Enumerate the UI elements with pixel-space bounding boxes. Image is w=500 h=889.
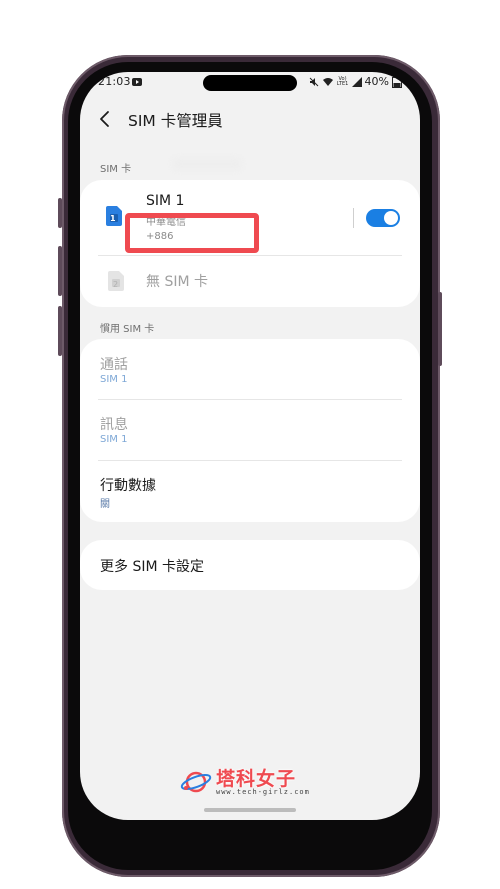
mobile-data-row[interactable]: 行動數據 關 bbox=[80, 461, 420, 522]
messages-value: SIM 1 bbox=[100, 434, 128, 445]
page-title: SIM 卡管理員 bbox=[128, 112, 223, 130]
watermark-title: 塔科女子 bbox=[216, 768, 297, 790]
power-button bbox=[438, 292, 442, 366]
status-bar: 21:03 Vo) LTE1 40% bbox=[80, 72, 420, 94]
mobile-data-value: 關 bbox=[100, 499, 110, 510]
messages-row: 訊息 SIM 1 bbox=[80, 400, 420, 460]
volume-up-button bbox=[58, 246, 62, 296]
toggle-separator bbox=[353, 208, 354, 228]
mobile-data-label: 行動數據 bbox=[100, 478, 156, 494]
watermark-logo-icon bbox=[180, 771, 212, 793]
youtube-notification-icon bbox=[132, 78, 142, 86]
battery-percent: 40% bbox=[364, 75, 389, 88]
sim1-toggle[interactable] bbox=[366, 209, 400, 227]
back-arrow-icon[interactable] bbox=[98, 110, 112, 128]
sim1-name: SIM 1 bbox=[146, 193, 185, 209]
sim2-row: 2 無 SIM 卡 bbox=[80, 256, 420, 307]
more-sim-settings-label: 更多 SIM 卡設定 bbox=[100, 559, 204, 575]
status-time: 21:03 bbox=[98, 75, 131, 88]
redacted-number-blur bbox=[172, 158, 242, 170]
sim1-slot-number: 1 bbox=[110, 214, 116, 223]
home-indicator[interactable] bbox=[204, 808, 296, 812]
preferred-section-title: 慣用 SIM 卡 bbox=[100, 324, 155, 335]
calls-label: 通話 bbox=[100, 357, 128, 373]
status-icons: Vo) LTE1 40% bbox=[309, 75, 402, 88]
sim2-label: 無 SIM 卡 bbox=[146, 274, 208, 290]
mute-icon bbox=[309, 77, 318, 86]
calls-value: SIM 1 bbox=[100, 374, 128, 385]
action-button bbox=[58, 198, 62, 228]
more-sim-settings-row[interactable]: 更多 SIM 卡設定 bbox=[80, 540, 420, 590]
calls-row: 通話 SIM 1 bbox=[80, 339, 420, 399]
watermark: 塔科女子 www.tech-girlz.com bbox=[180, 764, 330, 804]
volume-down-button bbox=[58, 306, 62, 356]
messages-label: 訊息 bbox=[100, 417, 128, 433]
sim-section-title: SIM 卡 bbox=[100, 164, 132, 175]
battery-icon bbox=[392, 75, 402, 88]
dynamic-island bbox=[203, 75, 297, 91]
app-header: SIM 卡管理員 bbox=[80, 104, 420, 134]
sim2-slot-number: 2 bbox=[113, 280, 119, 289]
highlight-box bbox=[125, 213, 259, 253]
screen: 21:03 Vo) LTE1 40% SIM 卡管理員 SIM 卡 1 SIM … bbox=[80, 72, 420, 820]
toggle-knob bbox=[384, 211, 398, 225]
watermark-url: www.tech-girlz.com bbox=[216, 788, 310, 796]
signal-icon bbox=[351, 76, 362, 87]
preferred-sim-list: 通話 SIM 1 訊息 SIM 1 行動數據 關 bbox=[80, 339, 420, 522]
wifi-icon bbox=[322, 77, 333, 86]
volte-icon: Vo) LTE1 bbox=[336, 75, 349, 87]
